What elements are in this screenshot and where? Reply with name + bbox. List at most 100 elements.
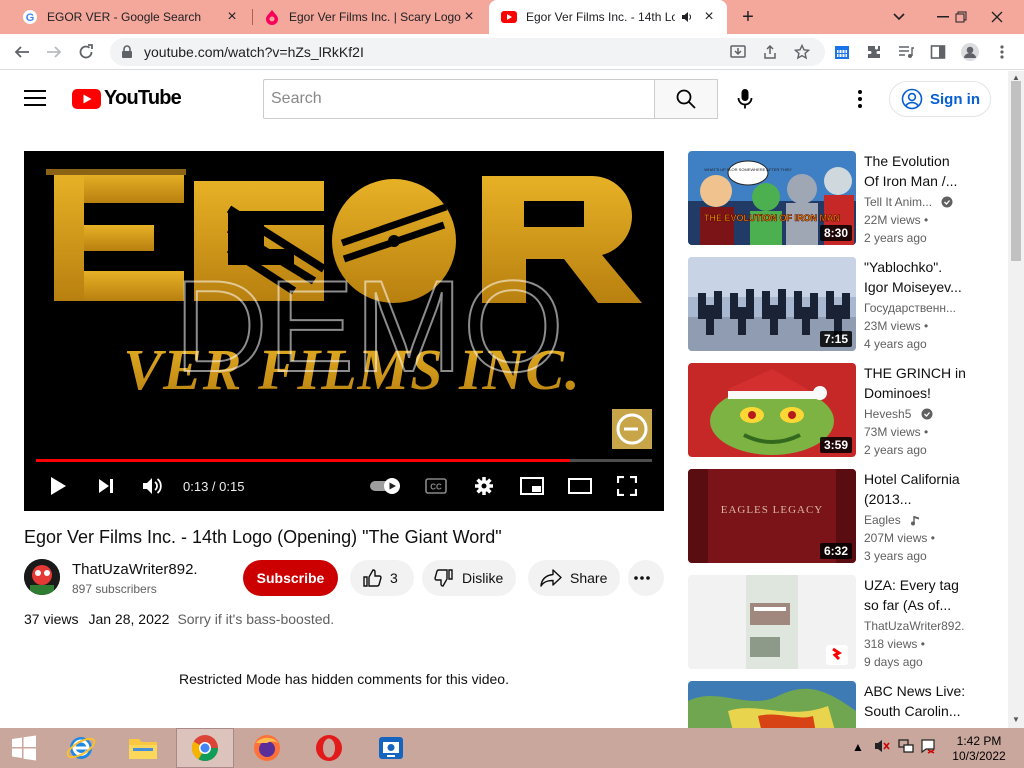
video-thumbnail[interactable]: 3:59 xyxy=(688,363,856,457)
channel-name[interactable]: Tell It Anim... xyxy=(864,195,968,209)
close-icon[interactable]: × xyxy=(701,9,717,25)
bookmark-star-icon[interactable] xyxy=(792,42,812,62)
tab-scary-logos[interactable]: Egor Ver Films Inc. | Scary Logos × xyxy=(252,0,487,34)
scroll-thumb[interactable] xyxy=(1011,81,1021,261)
video-thumbnail[interactable] xyxy=(688,681,856,728)
more-actions-button[interactable] xyxy=(628,560,664,596)
autoplay-toggle[interactable] xyxy=(367,474,403,498)
chrome-menu-icon[interactable] xyxy=(992,42,1012,62)
miniplayer-icon xyxy=(520,477,544,495)
search-input[interactable]: Search xyxy=(263,79,655,119)
video-thumbnail[interactable] xyxy=(688,575,856,669)
settings-menu-icon[interactable] xyxy=(850,87,870,111)
recommended-video[interactable]: WHAT'S UP FLOR SOMEWHERE AFTER THIS? THE… xyxy=(688,151,1000,245)
play-icon xyxy=(51,477,66,495)
lock-icon[interactable] xyxy=(120,45,134,59)
file-explorer-icon[interactable] xyxy=(114,728,172,768)
install-icon[interactable] xyxy=(728,42,748,62)
address-bar[interactable]: youtube.com/watch?v=hZs_lRkKf2I xyxy=(110,38,825,66)
video-title[interactable]: ABC News Live: South Carolin... xyxy=(864,681,968,721)
next-icon xyxy=(99,479,113,493)
share-icon[interactable] xyxy=(760,42,780,62)
video-title[interactable]: The Evolution Of Iron Man /... xyxy=(864,151,968,191)
video-description-box[interactable]: 37 views Jan 28, 2022 Sorry if it's bass-b… xyxy=(24,611,334,627)
channel-name[interactable]: ThatUzaWriter892. xyxy=(864,619,968,633)
start-button[interactable] xyxy=(0,728,48,768)
video-thumbnail[interactable]: WHAT'S UP FLOR SOMEWHERE AFTER THIS? THE… xyxy=(688,151,856,245)
search-button[interactable] xyxy=(654,79,718,119)
opera-icon[interactable] xyxy=(300,728,358,768)
recommended-video[interactable]: UZA: Every tag so far (As of... ThatUzaW… xyxy=(688,575,1000,669)
tab-youtube-video[interactable]: Egor Ver Films Inc. - 14th Lo × xyxy=(489,0,727,34)
volume-button[interactable] xyxy=(141,474,165,498)
share-button[interactable]: Share xyxy=(528,560,620,596)
tab-search-icon[interactable] xyxy=(882,0,916,34)
new-tab-button[interactable]: + xyxy=(737,7,759,29)
chrome-taskbar-icon[interactable] xyxy=(176,728,234,768)
reload-icon[interactable] xyxy=(74,40,98,64)
fandom-icon xyxy=(264,9,280,25)
page-scrollbar[interactable]: ▲ ▼ xyxy=(1008,71,1024,728)
video-title[interactable]: "Yablochko". Igor Moiseyev... xyxy=(864,257,968,297)
menu-icon[interactable] xyxy=(24,90,46,106)
firefox-icon[interactable] xyxy=(238,728,296,768)
system-clock[interactable]: 1:42 PM 10/3/2022 xyxy=(944,734,1014,764)
theater-mode-button[interactable] xyxy=(567,474,593,498)
recommended-video[interactable]: EAGLES LEGACY 6:32 Hotel California (201… xyxy=(688,469,1000,563)
side-panel-icon[interactable] xyxy=(928,42,948,62)
thumbs-up-icon xyxy=(363,569,382,587)
youtube-logo[interactable]: YouTube xyxy=(72,87,182,110)
miniplayer-button[interactable] xyxy=(519,474,545,498)
action-center-icon[interactable] xyxy=(920,738,936,757)
sign-in-button[interactable]: Sign in xyxy=(889,81,991,117)
profile-icon[interactable] xyxy=(960,42,980,62)
recommended-video[interactable]: ABC News Live: South Carolin... xyxy=(688,681,1000,728)
media-control-icon[interactable] xyxy=(896,42,916,62)
network-icon[interactable] xyxy=(898,738,914,757)
scroll-down-icon[interactable]: ▼ xyxy=(1012,716,1020,724)
view-count-text: 73M views xyxy=(864,425,921,439)
like-button[interactable]: 3 xyxy=(350,560,414,596)
video-title[interactable]: UZA: Every tag so far (As of... xyxy=(864,575,968,615)
channel-avatar[interactable] xyxy=(24,559,60,595)
tray-expand-icon[interactable]: ▲ xyxy=(852,740,864,754)
forward-icon[interactable] xyxy=(42,40,66,64)
recommended-video[interactable]: 3:59 THE GRINCH in Dominoes! Hevesh5 73M… xyxy=(688,363,1000,457)
speaker-icon[interactable] xyxy=(679,9,695,25)
dislike-button[interactable]: Dislike xyxy=(422,560,516,596)
play-button[interactable] xyxy=(46,474,70,498)
recommended-video[interactable]: 7:15 "Yablochko". Igor Moiseyev... Госуд… xyxy=(688,257,1000,351)
internet-explorer-icon[interactable] xyxy=(52,728,110,768)
channel-name[interactable]: ThatUzaWriter892. xyxy=(72,561,198,578)
subscribe-button[interactable]: Subscribe xyxy=(243,560,338,596)
calendar-extension-icon[interactable] xyxy=(832,42,852,62)
channel-watermark-logo[interactable] xyxy=(612,409,652,449)
restore-button[interactable] xyxy=(944,0,978,34)
close-icon[interactable]: × xyxy=(461,9,477,25)
extensions-icon[interactable] xyxy=(864,42,884,62)
tab-google-search[interactable]: G EGOR VER - Google Search × xyxy=(10,0,250,34)
microphone-icon[interactable] xyxy=(733,87,757,111)
channel-name[interactable]: Hevesh5 xyxy=(864,407,968,421)
back-icon[interactable] xyxy=(10,40,34,64)
close-window-button[interactable] xyxy=(980,0,1014,34)
fullscreen-button[interactable] xyxy=(615,474,639,498)
close-icon[interactable]: × xyxy=(224,9,240,25)
video-title[interactable]: Hotel California (2013... xyxy=(864,469,968,509)
upload-age: 3 years ago xyxy=(864,549,927,563)
channel-name[interactable]: Eagles xyxy=(864,513,968,527)
captions-button[interactable]: CC xyxy=(424,474,448,498)
video-thumbnail[interactable]: 7:15 xyxy=(688,257,856,351)
search-icon xyxy=(676,89,696,109)
settings-button[interactable] xyxy=(472,474,496,498)
speaker-muted-icon[interactable] xyxy=(874,738,890,757)
video-thumbnail[interactable]: EAGLES LEGACY 6:32 xyxy=(688,469,856,563)
sign-in-label: Sign in xyxy=(930,90,980,108)
thumbnail-text: EAGLES LEGACY xyxy=(721,504,824,516)
progress-bar[interactable] xyxy=(36,459,652,462)
video-player[interactable]: VER FILMS INC. DEMO 0:13 / 0:15 CC xyxy=(24,151,664,511)
next-button[interactable] xyxy=(94,474,118,498)
channel-name[interactable]: Государственн... xyxy=(864,301,968,315)
remote-desktop-icon[interactable] xyxy=(362,728,420,768)
video-title[interactable]: THE GRINCH in Dominoes! xyxy=(864,363,968,403)
